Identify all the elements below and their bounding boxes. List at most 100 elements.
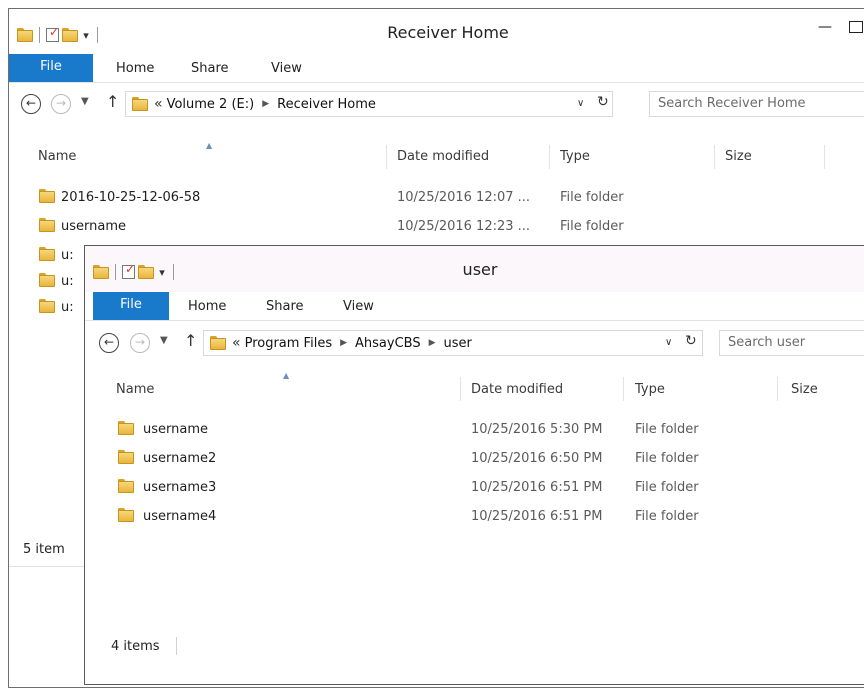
file-name: username4 xyxy=(143,509,217,524)
date-modified: 10/25/2016 12:07 ... xyxy=(397,190,531,205)
address-bar[interactable]: « Volume 2 (E:) ▶ Receiver Home xyxy=(125,91,613,117)
file-name: username3 xyxy=(143,480,217,495)
list-item[interactable]: u: xyxy=(9,245,85,267)
sort-up-icon: ▲ xyxy=(283,371,290,380)
search-input[interactable]: Search Receiver Home xyxy=(649,91,864,117)
breadcrumb-receiver-home[interactable]: Receiver Home xyxy=(277,97,376,112)
column-divider[interactable] xyxy=(549,145,550,169)
date-modified: 10/25/2016 12:23 ... xyxy=(397,219,531,234)
column-header-size[interactable]: Size xyxy=(791,382,818,397)
ribbon-tabs: File Home Share View xyxy=(9,54,864,83)
column-divider[interactable] xyxy=(623,377,624,401)
list-item[interactable]: username2 10/25/2016 6:50 PM File folder xyxy=(85,448,725,470)
status-item-count: 4 items xyxy=(111,639,160,654)
chevron-right-icon[interactable]: ▶ xyxy=(340,338,347,348)
column-divider[interactable] xyxy=(777,377,778,401)
window-title: Receiver Home xyxy=(387,23,509,42)
breadcrumb-overflow[interactable]: « xyxy=(154,96,163,112)
window-title: user xyxy=(462,260,498,279)
title-bar[interactable]: ▾ user xyxy=(85,246,864,292)
tab-view[interactable]: View xyxy=(343,292,374,320)
breadcrumb-program-files[interactable]: Program Files xyxy=(245,336,333,351)
tab-view[interactable]: View xyxy=(271,54,302,82)
list-item[interactable]: username3 10/25/2016 6:51 PM File folder xyxy=(85,477,725,499)
up-arrow-icon[interactable]: ↑ xyxy=(106,92,119,111)
title-bar[interactable]: ▾ Receiver Home — xyxy=(9,9,864,54)
back-arrow-icon[interactable]: ← xyxy=(21,94,41,114)
folder-icon xyxy=(39,273,55,287)
list-item[interactable]: 2016-10-25-12-06-58 10/25/2016 12:07 ...… xyxy=(9,187,669,209)
file-name: username2 xyxy=(143,451,217,466)
address-bar[interactable]: « Program Files ▶ AhsayCBS ▶ user xyxy=(203,330,703,356)
user-folder-window[interactable]: ▾ user File Home Share View ← → ▼ ↑ « Pr… xyxy=(84,245,864,685)
column-header-type[interactable]: Type xyxy=(560,149,590,164)
folder-icon xyxy=(210,336,226,350)
minimize-icon[interactable]: — xyxy=(817,19,833,35)
folder-icon xyxy=(118,450,134,464)
file-type: File folder xyxy=(635,422,699,437)
refresh-icon[interactable]: ↻ xyxy=(597,94,609,110)
list-item[interactable]: u: xyxy=(9,271,85,293)
column-divider[interactable] xyxy=(386,145,387,169)
date-modified: 10/25/2016 5:30 PM xyxy=(471,422,603,437)
list-item[interactable]: username4 10/25/2016 6:51 PM File folder xyxy=(85,506,725,528)
folder-icon xyxy=(118,421,134,435)
list-item[interactable]: username 10/25/2016 5:30 PM File folder xyxy=(85,419,725,441)
column-divider[interactable] xyxy=(460,377,461,401)
folder-icon xyxy=(132,97,148,111)
forward-arrow-icon[interactable]: → xyxy=(51,94,71,114)
folder-icon xyxy=(118,508,134,522)
column-header-name[interactable]: Name xyxy=(116,382,154,397)
column-header-size[interactable]: Size xyxy=(725,149,752,164)
maximize-icon[interactable] xyxy=(849,21,863,33)
file-name: u: xyxy=(61,274,74,289)
back-arrow-icon[interactable]: ← xyxy=(99,333,119,353)
tab-home[interactable]: Home xyxy=(116,54,154,82)
date-modified: 10/25/2016 6:51 PM xyxy=(471,509,603,524)
breadcrumb-ahsaycbs[interactable]: AhsayCBS xyxy=(355,336,421,351)
breadcrumb-overflow[interactable]: « xyxy=(232,335,241,351)
file-name: u: xyxy=(61,248,74,263)
refresh-icon[interactable]: ↻ xyxy=(685,333,697,349)
folder-icon xyxy=(118,479,134,493)
breadcrumb-volume[interactable]: Volume 2 (E:) xyxy=(167,97,255,112)
folder-icon xyxy=(39,299,55,313)
file-type: File folder xyxy=(560,190,624,205)
chevron-down-icon[interactable]: ▼ xyxy=(160,335,168,346)
column-divider[interactable] xyxy=(824,145,825,169)
date-modified: 10/25/2016 6:51 PM xyxy=(471,480,603,495)
chevron-right-icon[interactable]: ▶ xyxy=(429,338,436,348)
date-modified: 10/25/2016 6:50 PM xyxy=(471,451,603,466)
column-divider[interactable] xyxy=(714,145,715,169)
chevron-down-icon[interactable]: ∨ xyxy=(577,98,584,109)
list-item[interactable]: username 10/25/2016 12:23 ... File folde… xyxy=(9,216,669,238)
file-type: File folder xyxy=(560,219,624,234)
file-name: u: xyxy=(61,300,74,315)
divider xyxy=(176,637,177,655)
ribbon-tabs: File Home Share View xyxy=(85,292,864,321)
folder-icon xyxy=(39,247,55,261)
column-header-type[interactable]: Type xyxy=(635,382,665,397)
column-header-date[interactable]: Date modified xyxy=(471,382,563,397)
chevron-down-icon[interactable]: ▼ xyxy=(81,96,89,107)
file-type: File folder xyxy=(635,451,699,466)
folder-icon xyxy=(39,189,55,203)
file-type: File folder xyxy=(635,480,699,495)
up-arrow-icon[interactable]: ↑ xyxy=(184,331,197,350)
tab-share[interactable]: Share xyxy=(266,292,304,320)
tab-share[interactable]: Share xyxy=(191,54,229,82)
status-item-count: 5 item xyxy=(23,542,65,557)
tab-file[interactable]: File xyxy=(93,292,169,320)
folder-icon xyxy=(39,218,55,232)
chevron-right-icon[interactable]: ▶ xyxy=(262,99,269,109)
tab-file[interactable]: File xyxy=(9,54,93,82)
file-type: File folder xyxy=(635,509,699,524)
breadcrumb-user[interactable]: user xyxy=(444,336,472,351)
column-header-name[interactable]: Name xyxy=(38,149,76,164)
list-item[interactable]: u: xyxy=(9,297,85,319)
chevron-down-icon[interactable]: ∨ xyxy=(665,337,672,348)
forward-arrow-icon[interactable]: → xyxy=(130,333,150,353)
tab-home[interactable]: Home xyxy=(188,292,226,320)
column-header-date[interactable]: Date modified xyxy=(397,149,489,164)
search-input[interactable]: Search user xyxy=(719,330,864,356)
